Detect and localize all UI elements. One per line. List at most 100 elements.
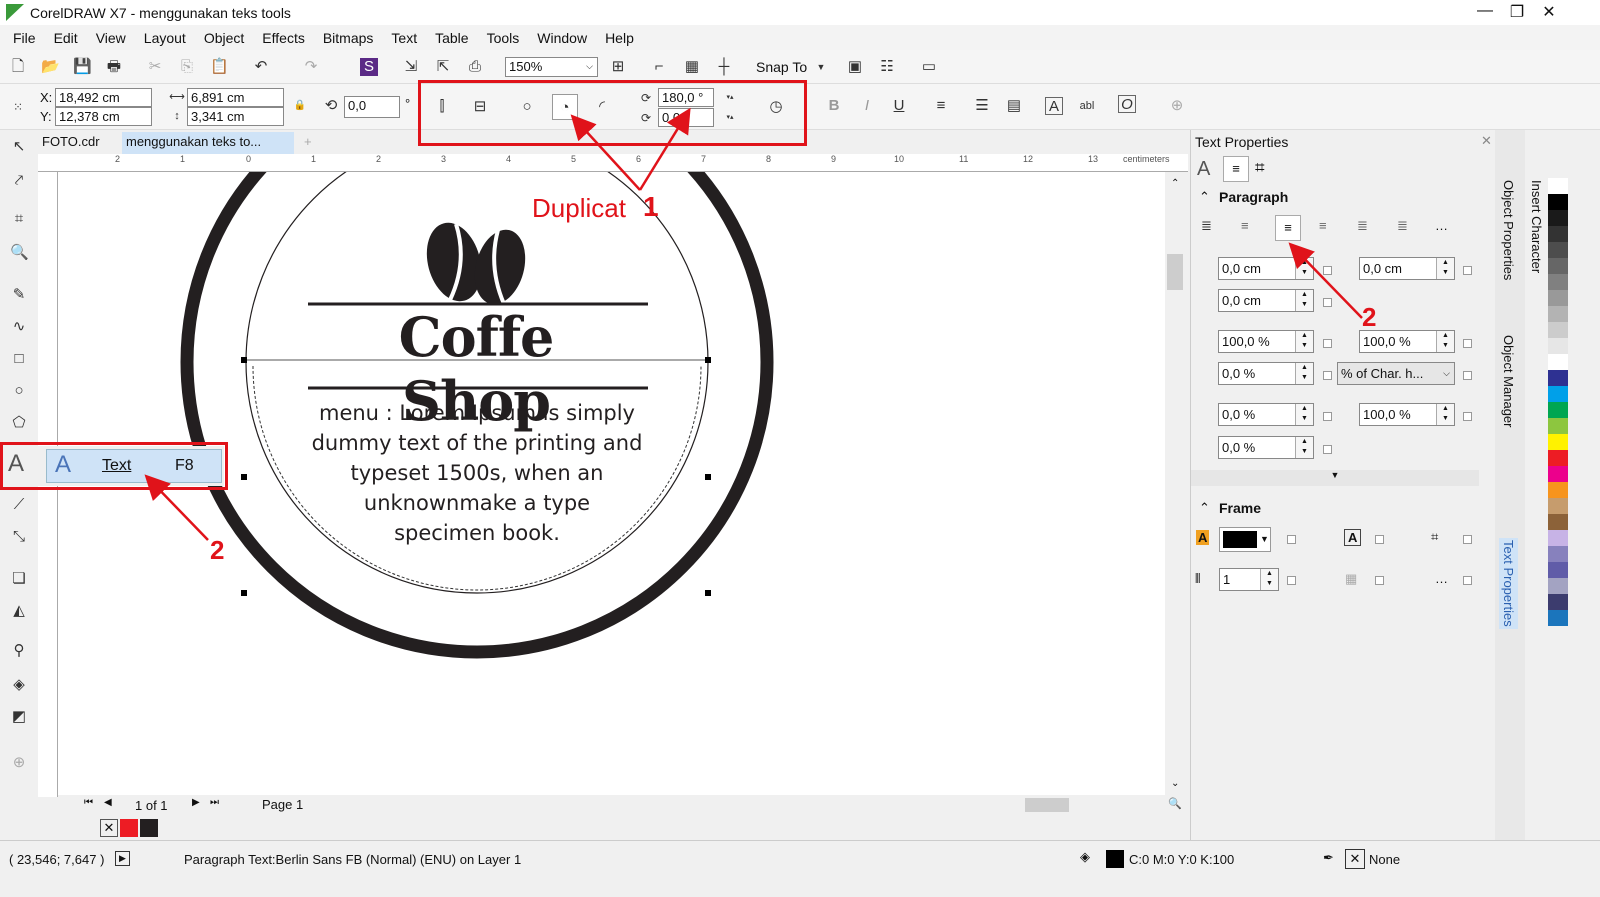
stepper-icon[interactable]: ▲ ▼ <box>1260 569 1278 590</box>
lock-ratio-icon[interactable]: 🔒 <box>291 97 309 115</box>
save-icon[interactable]: 💾 <box>73 58 92 76</box>
paragraph-text[interactable]: menu : Lorem Ipsum is simply dummy text … <box>277 398 677 548</box>
tab-text-properties[interactable]: Text Properties <box>1499 538 1518 629</box>
connector-tool-icon[interactable]: ⤡ <box>10 528 28 546</box>
palette-swatch[interactable] <box>1548 386 1568 402</box>
menu-edit[interactable]: Edit <box>54 30 78 46</box>
palette-swatch[interactable] <box>1548 482 1568 498</box>
height-input[interactable]: 3,341 cm <box>187 107 284 126</box>
scroll-up-icon[interactable]: ⌃ <box>1171 178 1179 189</box>
bold-icon[interactable]: B <box>825 97 843 115</box>
start-angle-input[interactable]: 180,0 ° <box>658 88 714 107</box>
checkbox[interactable] <box>1323 266 1332 275</box>
end-angle-input[interactable]: 0,0 ° <box>658 108 714 127</box>
checkbox[interactable] <box>1287 576 1296 585</box>
menu-file[interactable]: File <box>13 30 36 46</box>
first-page-icon[interactable]: ⏮ <box>84 797 93 808</box>
palette-swatch[interactable] <box>1548 242 1568 258</box>
right-indent-input[interactable]: 0,0 cm ▲ ▼ <box>1359 257 1455 280</box>
menu-layout[interactable]: Layout <box>144 30 186 46</box>
text-align-icon[interactable]: ≡ <box>932 97 950 115</box>
align-right-icon[interactable]: ≡ <box>1319 218 1327 233</box>
justify-icon[interactable]: ≣ <box>1357 218 1368 234</box>
black-swatch[interactable] <box>140 819 158 837</box>
mirror-horizontal-icon[interactable]: ⫿ <box>433 98 451 116</box>
palette-swatch[interactable] <box>1548 258 1568 274</box>
checkbox[interactable] <box>1323 298 1332 307</box>
add-icon[interactable]: ⊕ <box>1168 97 1186 115</box>
palette-swatch[interactable] <box>1548 450 1568 466</box>
checkbox[interactable] <box>1323 371 1332 380</box>
horizontal-text-icon[interactable]: abl <box>1078 97 1096 115</box>
bullet-list-icon[interactable]: ☰ <box>973 97 991 115</box>
undo-icon[interactable]: ↶ <box>252 58 270 76</box>
palette-swatch[interactable] <box>1548 434 1568 450</box>
pie-icon[interactable]: ◔ <box>552 94 578 120</box>
rotation-input[interactable]: 0,0 <box>344 96 400 118</box>
zoom-tool-icon[interactable]: 🔍 <box>10 244 29 262</box>
checkbox[interactable] <box>1463 371 1472 380</box>
zoom-fit-icon[interactable]: 🔍 <box>1168 797 1182 810</box>
vertical-scrollbar[interactable]: ⌃ ⌄ <box>1165 172 1187 795</box>
palette-swatch[interactable] <box>1548 354 1568 370</box>
transparency-icon[interactable]: ◭ <box>10 602 28 620</box>
chevron-down-icon[interactable]: ▼ <box>812 58 830 76</box>
stepper-icon[interactable]: ▲ ▼ <box>1295 363 1313 384</box>
menu-window[interactable]: Window <box>537 30 587 46</box>
stepper-icon[interactable]: ▲ ▼ <box>1295 290 1313 311</box>
search-content-icon[interactable]: S <box>360 58 378 76</box>
tab-object-properties[interactable]: Object Properties <box>1501 180 1516 280</box>
x-position-input[interactable]: 18,492 cm <box>55 88 152 107</box>
drop-cap-icon[interactable]: ▤ <box>1005 97 1023 115</box>
palette-swatch[interactable] <box>1548 546 1568 562</box>
menu-object[interactable]: Object <box>204 30 244 46</box>
publish-pdf-icon[interactable]: ⎙ <box>466 58 484 76</box>
menu-view[interactable]: View <box>96 30 126 46</box>
palette-swatch[interactable] <box>1548 578 1568 594</box>
opentype-icon[interactable]: O <box>1118 95 1136 113</box>
palette-swatch[interactable] <box>1548 594 1568 610</box>
palette-swatch[interactable] <box>1548 194 1568 210</box>
app-launcher-icon[interactable]: ▭ <box>920 58 938 76</box>
column-settings-icon[interactable]: ▦ <box>1345 571 1357 587</box>
close-docker-icon[interactable]: ✕ <box>1481 133 1492 149</box>
minimize-button[interactable]: — <box>1470 2 1500 20</box>
stepper-icon[interactable]: ▲ ▼ <box>1295 437 1313 458</box>
character-tab-icon[interactable]: A <box>1197 158 1210 181</box>
menu-bitmaps[interactable]: Bitmaps <box>323 30 374 46</box>
checkbox[interactable] <box>1463 535 1472 544</box>
checkbox[interactable] <box>1463 412 1472 421</box>
y-position-input[interactable]: 12,378 cm <box>55 107 152 126</box>
pick-tool-icon[interactable]: ↖ <box>10 138 28 156</box>
next-page-icon[interactable]: ▶ <box>192 797 200 808</box>
palette-swatch[interactable] <box>1548 514 1568 530</box>
guidelines-icon[interactable]: ┼ <box>715 58 733 76</box>
palette-swatch[interactable] <box>1548 322 1568 338</box>
reference-point-icon[interactable]: ⁙ <box>9 98 27 116</box>
options-icon[interactable]: ☷ <box>878 58 896 76</box>
palette-swatch[interactable] <box>1548 370 1568 386</box>
drawing-canvas[interactable]: Coffe Shop menu : Lorem Ipsum is simply … <box>58 172 1165 795</box>
grid-icon[interactable]: ▦ <box>683 58 701 76</box>
outline-none-icon[interactable]: ✕ <box>1345 849 1365 869</box>
menu-effects[interactable]: Effects <box>262 30 305 46</box>
horizontal-scroll-thumb[interactable] <box>1025 798 1069 812</box>
paragraph-collapse-icon[interactable]: ⌃ <box>1199 189 1210 205</box>
checkbox[interactable] <box>1323 339 1332 348</box>
ellipse-tool-icon[interactable]: ○ <box>10 382 28 400</box>
no-align-icon[interactable]: ≣ <box>1201 218 1212 234</box>
frame-color-picker[interactable]: ▼ <box>1219 527 1271 552</box>
palette-swatch[interactable] <box>1548 338 1568 354</box>
expand-paragraph-button[interactable]: ▼ <box>1191 470 1479 486</box>
new-icon[interactable]: 🗋 <box>9 58 27 76</box>
page-tab[interactable]: Page 1 <box>262 797 303 812</box>
space-after-input[interactable]: 0,0 % ▲ ▼ <box>1218 362 1314 385</box>
eyedropper-icon[interactable]: ⚲ <box>10 642 28 660</box>
palette-swatch[interactable] <box>1548 210 1568 226</box>
last-page-icon[interactable]: ⏭ <box>210 797 219 808</box>
palette-swatch[interactable] <box>1548 290 1568 306</box>
add-tool-icon[interactable]: ⊕ <box>10 754 28 772</box>
palette-swatch[interactable] <box>1548 498 1568 514</box>
red-swatch[interactable] <box>120 819 138 837</box>
drop-shadow-icon[interactable]: ❏ <box>10 570 28 588</box>
